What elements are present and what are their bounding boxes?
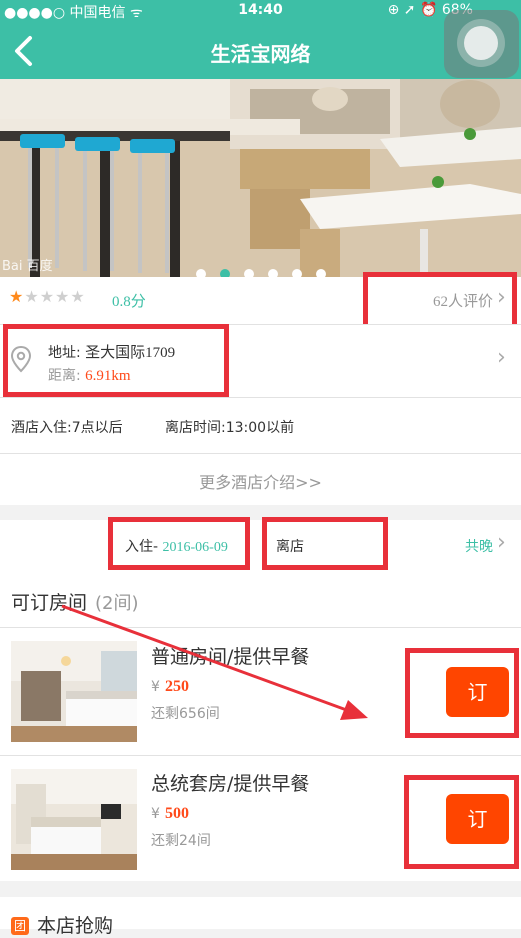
distance-value: 6.91km bbox=[85, 368, 131, 384]
nights-count[interactable]: 共晚 bbox=[465, 536, 493, 556]
group-buy-title: 本店抢购 bbox=[37, 915, 114, 937]
status-bar: ●●●●○ 中国电信 ᯤ 14:40 ⊕ ➚ ⏰ 68% bbox=[0, 0, 521, 22]
checkin-date-picker[interactable]: 入住- 2016-06-09 bbox=[125, 536, 228, 556]
room-remaining: 还剩656间 bbox=[151, 706, 220, 722]
checkout-label: 离店 bbox=[276, 539, 304, 555]
checkin-time: 酒店入住:7点以后 bbox=[11, 420, 123, 436]
group-buy-icon: 团 bbox=[11, 917, 29, 935]
room-thumbnail bbox=[11, 769, 137, 870]
hotel-photo-carousel[interactable]: Bai 百度 bbox=[0, 79, 521, 277]
chevron-right-icon: › bbox=[497, 345, 506, 370]
date-selection-row bbox=[0, 520, 521, 572]
book-button[interactable]: 订 bbox=[446, 794, 509, 844]
address-line: 地址: 圣大国际1709 bbox=[48, 341, 175, 362]
star-filled-icon: ★ bbox=[9, 287, 25, 306]
room-thumbnail bbox=[11, 641, 137, 742]
address-value: 圣大国际1709 bbox=[85, 345, 176, 361]
distance-line: 距离: 6.91km bbox=[48, 365, 131, 385]
rating-score: 0.8分 bbox=[112, 294, 146, 310]
checkout-date-picker[interactable]: 离店 bbox=[276, 536, 304, 556]
room-remaining: 还剩24间 bbox=[151, 833, 211, 849]
chevron-right-icon: › bbox=[497, 530, 506, 555]
location-pin-icon bbox=[10, 345, 32, 373]
rooms-count: (2间) bbox=[95, 593, 139, 614]
assistive-touch-button[interactable] bbox=[444, 10, 519, 78]
checkin-label: 入住- bbox=[125, 539, 159, 555]
address-label: 地址: bbox=[48, 345, 81, 361]
page-title: 生活宝网络 bbox=[210, 42, 311, 66]
hotel-lobby-photo bbox=[0, 79, 521, 277]
star-empty-icon: ★★★★ bbox=[24, 287, 86, 306]
star-rating: ★★★★★ bbox=[9, 287, 86, 306]
room-name: 普通房间/提供早餐 bbox=[151, 646, 310, 668]
distance-label: 距离: bbox=[48, 368, 81, 384]
chevron-right-icon: › bbox=[497, 285, 506, 310]
book-button[interactable]: 订 bbox=[446, 667, 509, 717]
room-name: 总统套房/提供早餐 bbox=[151, 773, 310, 795]
room-price: ¥ 500 bbox=[151, 805, 190, 822]
review-count[interactable]: 62人评价 bbox=[433, 290, 493, 311]
more-info-link[interactable]: 更多酒店介绍>> bbox=[0, 469, 521, 493]
room-price: ¥ 250 bbox=[151, 678, 190, 695]
rooms-section-title: 可订房间 (2间) bbox=[11, 592, 139, 614]
checkout-time: 离店时间:13:00以前 bbox=[165, 420, 295, 436]
checkin-date: 2016-06-09 bbox=[162, 540, 228, 555]
